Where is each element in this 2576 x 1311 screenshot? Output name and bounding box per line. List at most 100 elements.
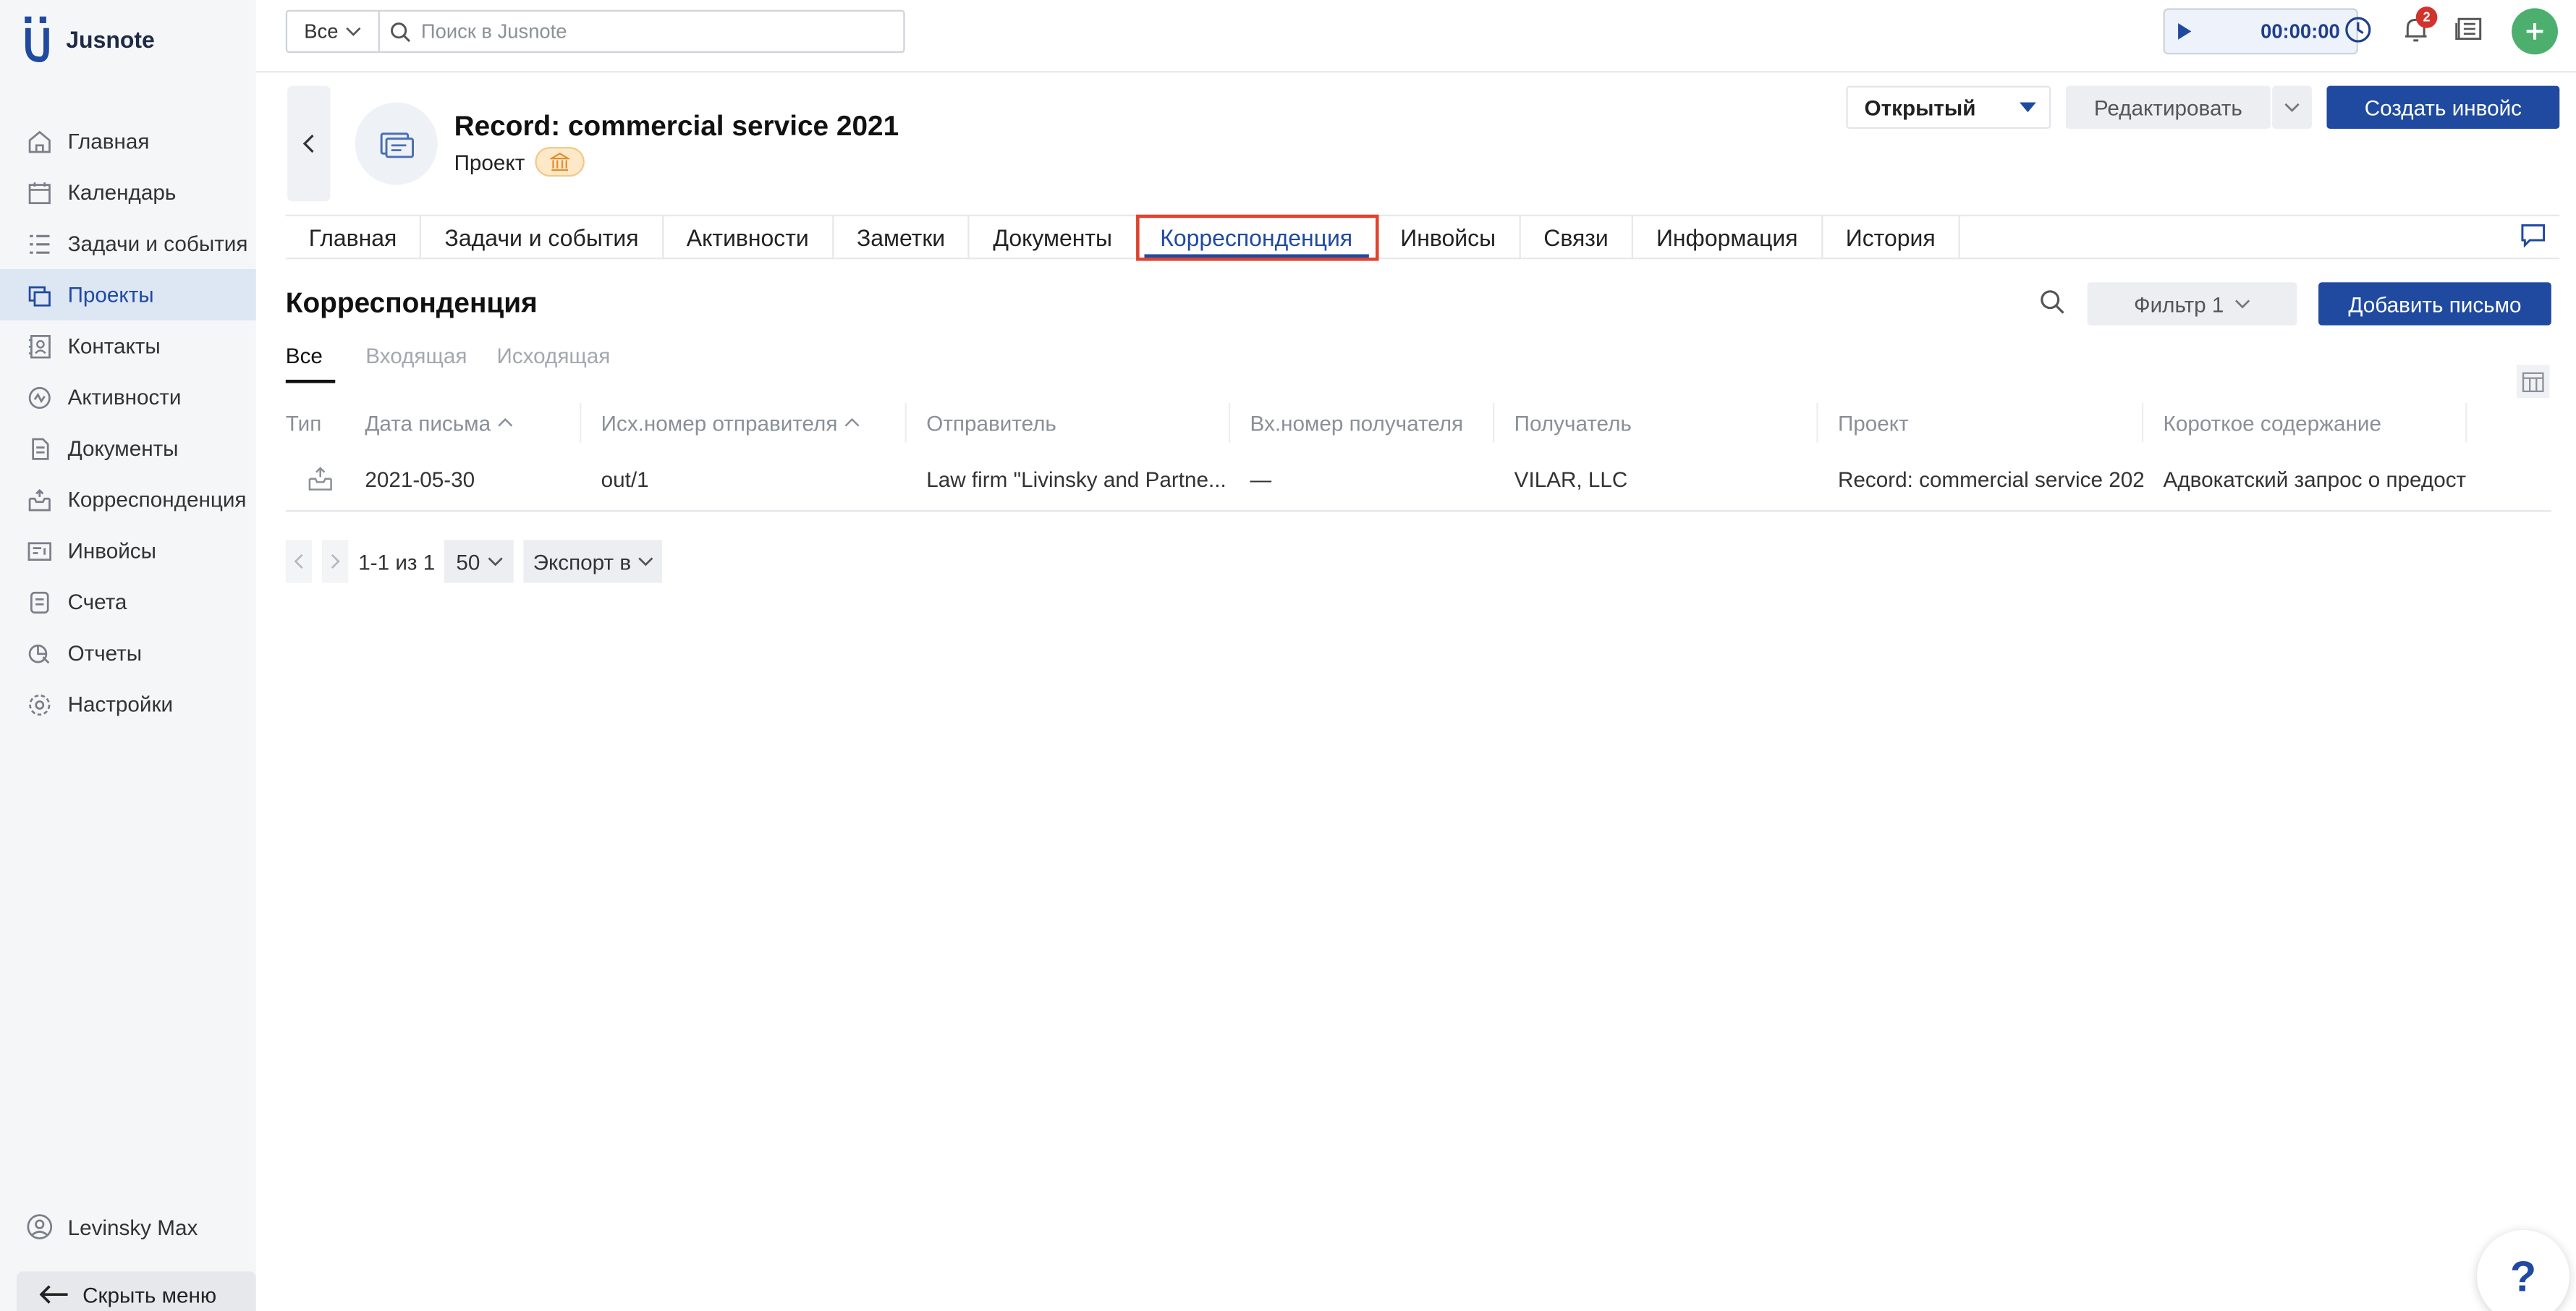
tab-9[interactable]: История (1823, 216, 1960, 260)
tab-6[interactable]: Инвойсы (1377, 216, 1521, 260)
invoice-icon (27, 538, 54, 564)
tab-2[interactable]: Активности (664, 216, 834, 260)
tab-7[interactable]: Связи (1520, 216, 1633, 260)
page-size-value: 50 (456, 548, 480, 574)
column-header-sender-number[interactable]: Исх.номер отправителя (581, 402, 907, 443)
next-page-button[interactable] (322, 540, 349, 583)
top-bar: Все 00:00:00 2 (255, 0, 2576, 73)
subtab-incoming[interactable]: Входящая (365, 344, 467, 383)
filter-button[interactable]: Фильтр 1 (2087, 282, 2297, 326)
timer-history-button[interactable] (2342, 13, 2375, 46)
cell-recipient-number: — (1250, 466, 1272, 491)
timer-value: 00:00:00 (2261, 20, 2340, 43)
sidebar-item-documents[interactable]: Документы (0, 423, 256, 474)
search-scope-dropdown[interactable]: Все (287, 11, 380, 51)
sidebar-item-contacts[interactable]: Контакты (0, 321, 256, 372)
outgoing-mail-icon (308, 467, 332, 491)
search-icon (2041, 290, 2064, 314)
cell-sender-number: out/1 (601, 466, 649, 491)
search-input[interactable] (420, 20, 884, 43)
tab-0[interactable]: Главная (286, 216, 422, 260)
project-folder-icon (380, 132, 415, 158)
column-header-type[interactable]: Тип (286, 403, 345, 443)
quick-add-button[interactable] (2512, 8, 2558, 55)
sidebar-item-label: Проекты (67, 282, 154, 307)
question-mark-icon: ? (2509, 1250, 2537, 1301)
create-invoice-button[interactable]: Создать инвойс (2326, 85, 2560, 130)
subtab-all[interactable]: Все (285, 344, 336, 383)
sidebar-item-label: Активности (67, 384, 182, 410)
tab-5[interactable]: Корреспонденция (1135, 214, 1379, 261)
edit-options-button[interactable] (2272, 85, 2312, 130)
sidebar-item-folder[interactable]: Проекты (0, 268, 256, 321)
user-profile[interactable]: Levinsky Max (27, 1213, 198, 1240)
sidebar-item-label: Задачи и события (67, 231, 248, 256)
section-title: Корреспонденция (285, 287, 538, 319)
mail-icon (27, 486, 54, 513)
subtab-outgoing[interactable]: Исходящая (497, 344, 611, 383)
section-search-button[interactable] (2039, 289, 2066, 323)
sidebar-item-mail[interactable]: Корреспонденция (0, 474, 256, 525)
sidebar-item-tasks[interactable]: Задачи и события (0, 218, 256, 269)
history-clock-icon (2345, 17, 2371, 43)
column-header-sender[interactable]: Отправитель (907, 402, 1231, 443)
comments-toggle[interactable] (2520, 223, 2546, 256)
sidebar-item-calendar[interactable]: Календарь (0, 166, 256, 218)
column-label: Получатель (1514, 410, 1632, 436)
tab-4[interactable]: Документы (970, 216, 1137, 260)
search-icon (391, 22, 411, 41)
tab-3[interactable]: Заметки (834, 216, 970, 260)
back-button[interactable] (287, 85, 331, 202)
sidebar-item-bills[interactable]: Счета (0, 576, 256, 627)
page-range: 1-1 из 1 (358, 548, 436, 574)
column-header-project[interactable]: Проект (1818, 402, 2144, 443)
export-dropdown[interactable]: Экспорт в (524, 540, 664, 583)
project-status-dropdown[interactable]: Открытый (1846, 85, 2051, 130)
cell-project[interactable]: Record: commercial service 202 (1818, 446, 2143, 512)
sidebar-item-label: Настройки (67, 692, 174, 717)
tab-8[interactable]: Информация (1633, 216, 1823, 260)
edit-button[interactable]: Редактировать (2065, 85, 2271, 130)
search-field (380, 12, 903, 51)
sidebar-item-invoice[interactable]: Инвойсы (0, 525, 256, 577)
column-settings-button[interactable] (2516, 365, 2550, 398)
chevron-down-icon (2234, 300, 2250, 309)
page-size-dropdown[interactable]: 50 (444, 540, 514, 583)
chevron-down-icon (487, 557, 503, 567)
sidebar-item-activity[interactable]: Активности (0, 371, 256, 423)
column-label: Исх.номер отправителя (601, 410, 838, 436)
calendar-icon (27, 179, 54, 206)
notifications-button[interactable]: 2 (2399, 7, 2438, 46)
sidebar-nav: Главная Календарь Задачи и события Проекты К… (0, 116, 256, 730)
column-header-recipient[interactable]: Получатель (1494, 402, 1818, 443)
table-row[interactable]: 2021-05-30 out/1 Law firm "Livinsky and … (285, 446, 2551, 512)
column-label: Короткое содержание (2163, 410, 2381, 436)
project-status-value: Открытый (1864, 95, 1976, 120)
project-tabs: Главная Задачи и события Активности Заметки… (285, 214, 2560, 261)
column-header-recipient-number[interactable]: Вх.номер получателя (1230, 402, 1495, 443)
cell-sender[interactable]: Law firm "Livinsky and Partne... (907, 446, 1230, 512)
app-name: Jusnote (66, 26, 155, 54)
sidebar-item-label: Инвойсы (67, 538, 156, 564)
sidebar-item-settings[interactable]: Настройки (0, 679, 256, 730)
filter-label: Фильтр 1 (2134, 291, 2224, 317)
tab-1[interactable]: Задачи и события (422, 216, 664, 260)
timer-play-button[interactable] (2165, 22, 2205, 41)
table-header: Тип Дата письма Исх.номер отправителя От… (286, 402, 2551, 443)
help-button[interactable]: ? (2477, 1230, 2569, 1311)
settings-icon (27, 691, 54, 718)
hide-menu-button[interactable]: Скрыть меню (16, 1271, 256, 1311)
app-logo[interactable]: Jusnote (23, 13, 155, 66)
prev-page-button[interactable] (285, 540, 313, 583)
newspaper-icon (2455, 17, 2482, 41)
cell-recipient[interactable]: VILAR, LLC (1494, 446, 1818, 512)
comment-icon (2521, 224, 2546, 248)
column-header-summary[interactable]: Короткое содержание (2143, 402, 2467, 443)
column-header-date[interactable]: Дата письма (345, 402, 582, 443)
news-button[interactable] (2452, 13, 2486, 46)
add-letter-button[interactable]: Добавить письмо (2318, 282, 2551, 326)
user-icon (27, 1214, 53, 1239)
sidebar-item-reports[interactable]: Отчеты (0, 627, 256, 679)
sidebar-item-home[interactable]: Главная (0, 116, 256, 167)
project-avatar (355, 102, 438, 185)
